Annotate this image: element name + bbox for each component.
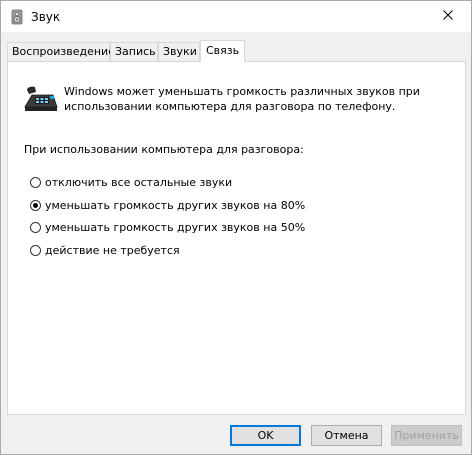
radio-button[interactable]	[30, 177, 41, 188]
description-text: Windows может уменьшать громкость различ…	[64, 85, 420, 113]
option-label: уменьшать громкость других звуков на 50%	[45, 221, 306, 234]
title-bar[interactable]: Звук	[1, 1, 471, 32]
radio-button[interactable]	[30, 222, 41, 233]
tab-playback[interactable]: Воспроизведение	[7, 42, 115, 61]
speaker-icon	[9, 9, 25, 25]
close-button[interactable]	[425, 1, 471, 32]
option-label: действие не требуется	[45, 244, 180, 257]
close-icon	[443, 10, 453, 23]
telephone-icon	[23, 84, 59, 114]
option-reduce-80[interactable]: уменьшать громкость других звуков на 80%	[30, 198, 305, 213]
radio-button[interactable]	[30, 245, 41, 256]
tab-communications[interactable]: Связь	[200, 40, 245, 62]
tab-sounds[interactable]: Звуки	[158, 42, 200, 61]
option-reduce-50[interactable]: уменьшать громкость других звуков на 50%	[30, 220, 305, 235]
cancel-button[interactable]: Отмена	[311, 425, 382, 446]
option-label: отключить все остальные звуки	[45, 176, 233, 189]
sound-dialog: Звук Воспроизведение Запись Звуки Связь	[0, 0, 472, 455]
option-label: уменьшать громкость других звуков на 80%	[45, 199, 306, 212]
tab-strip: Воспроизведение Запись Звуки Связь	[7, 40, 467, 62]
section-label: При использовании компьютера для разгово…	[24, 143, 304, 156]
window-title: Звук	[31, 10, 61, 24]
apply-button[interactable]: Применить	[391, 425, 462, 446]
option-do-nothing[interactable]: действие не требуется	[30, 243, 180, 258]
option-mute-all[interactable]: отключить все остальные звуки	[30, 175, 232, 190]
tab-recording[interactable]: Запись	[110, 42, 158, 61]
communications-panel: Windows может уменьшать громкость различ…	[7, 61, 466, 415]
ok-button[interactable]: OK	[230, 425, 301, 446]
radio-button-selected[interactable]	[30, 200, 41, 211]
